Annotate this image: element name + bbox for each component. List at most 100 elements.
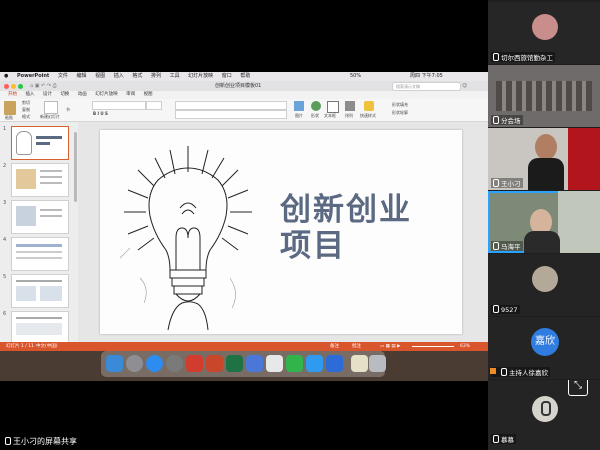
slide-number: 4 [3, 237, 7, 243]
classroom-video [496, 81, 592, 111]
menu-file[interactable]: 文件 [58, 72, 68, 81]
tab-animations[interactable]: 动画 [78, 91, 87, 99]
text-format-buttons[interactable]: B I U S [93, 111, 108, 116]
participant-tile-active[interactable]: 马海平 [488, 191, 600, 253]
participant-tile[interactable]: 切尔西旅馆勤杂工 [488, 2, 600, 64]
minimize-window-button[interactable] [11, 84, 16, 89]
arrange-icon[interactable] [345, 101, 355, 111]
notes-button[interactable]: 备注 [330, 342, 339, 351]
menu-help[interactable]: 帮助 [240, 72, 250, 81]
copy-button[interactable]: 复制 [22, 107, 30, 113]
menu-insert[interactable]: 插入 [114, 72, 124, 81]
picture-icon[interactable] [294, 101, 304, 111]
wechat-icon[interactable] [286, 355, 303, 372]
slide-thumbnail-3[interactable] [11, 200, 69, 234]
participant-name-text: 马海平 [501, 243, 521, 251]
menu-window[interactable]: 窗口 [222, 72, 232, 81]
slide-thumbnail-2[interactable] [11, 163, 69, 197]
system-preferences-icon[interactable] [166, 355, 183, 372]
quick-access-toolbar[interactable]: ⌂ ▣ ↶ ↷ ⎙ [30, 81, 57, 91]
cut-button[interactable]: 剪切 [22, 100, 30, 106]
safari-icon[interactable] [146, 355, 163, 372]
tab-review[interactable]: 审阅 [126, 91, 135, 99]
comments-button[interactable]: 批注 [352, 342, 361, 351]
mac-dock [101, 351, 386, 377]
meeting-app-icon[interactable] [326, 355, 343, 372]
menu-edit[interactable]: 编辑 [77, 72, 87, 81]
quick-styles-icon[interactable] [364, 101, 374, 111]
tab-transitions[interactable]: 切换 [60, 91, 69, 99]
body [528, 158, 564, 190]
ribbon-toolbar: 粘贴 剪切 复制 格式 新建幻灯片 节 B I U S 图片 形状 文本框 排列… [0, 99, 488, 122]
new-slide-icon[interactable] [44, 101, 58, 114]
menu-tools[interactable]: 工具 [170, 72, 180, 81]
textbox-icon[interactable] [327, 101, 339, 113]
host-badge-icon [490, 368, 496, 374]
thumbs-scrollbar[interactable] [74, 132, 77, 202]
search-input[interactable]: 搜索演示文稿 [392, 82, 461, 91]
expand-icon[interactable]: ⤡ [568, 380, 588, 396]
ppt-status-bar: 幻灯片 1 / 11 中文(中国) 备注 批注 ▭ ▦ ▤ ▶ 63% [0, 342, 488, 351]
participant-tile[interactable]: ⤡ 慕慕 [488, 380, 600, 450]
bulb-mini [16, 131, 32, 155]
slide-thumbnail-1[interactable] [11, 126, 69, 160]
menu-arrange[interactable]: 排列 [151, 72, 161, 81]
font-name-select[interactable] [92, 101, 146, 110]
app-red-icon[interactable] [186, 355, 203, 372]
host-avatar: 嘉欣 [531, 328, 559, 356]
participant-tile[interactable]: 分会场 [488, 65, 600, 127]
slide-title[interactable]: 创新创业 项目 [280, 192, 440, 264]
menu-slideshow[interactable]: 幻灯片放映 [188, 72, 213, 81]
participant-tile[interactable]: 9527 [488, 254, 600, 316]
menu-format[interactable]: 格式 [132, 72, 142, 81]
zoom-window-button[interactable] [18, 84, 23, 89]
alignment-controls[interactable] [175, 110, 287, 119]
finder-icon[interactable] [106, 355, 123, 372]
paste-icon[interactable] [4, 101, 16, 115]
mic-muted-icon [493, 53, 499, 61]
shape-icon[interactable] [311, 101, 321, 111]
trash-icon[interactable] [369, 355, 386, 372]
paste-label: 粘贴 [5, 115, 13, 120]
tab-design[interactable]: 设计 [43, 91, 52, 99]
mac-menubar: ● PowerPoint 文件 编辑 视图 插入 格式 排列 工具 幻灯片放映 … [0, 72, 488, 81]
thumb-image [16, 286, 36, 301]
view-buttons[interactable]: ▭ ▦ ▤ ▶ [380, 342, 401, 351]
tab-view[interactable]: 视图 [144, 91, 153, 99]
quick-styles-label: 快速样式 [360, 113, 376, 118]
paragraph-controls[interactable] [175, 101, 287, 110]
smiley-icon[interactable]: ☺ [462, 81, 467, 91]
close-window-button[interactable] [4, 84, 9, 89]
tab-insert[interactable]: 插入 [25, 91, 34, 99]
current-slide[interactable]: 创新创业 项目 [100, 130, 462, 334]
thumb-text-line [16, 257, 62, 259]
section-button[interactable]: 节 [66, 107, 70, 113]
format-painter-button[interactable]: 格式 [22, 114, 30, 120]
app-blue-icon[interactable] [246, 355, 263, 372]
thumb-text-line [16, 251, 62, 253]
apple-icon[interactable]: ● [4, 72, 8, 81]
app-cyan-icon[interactable] [306, 355, 323, 372]
new-slide-label: 新建幻灯片 [40, 114, 60, 119]
thumb-table [16, 323, 62, 335]
excel-icon[interactable] [226, 355, 243, 372]
thumb-text-line [40, 182, 62, 184]
menu-app[interactable]: PowerPoint [17, 72, 49, 81]
launchpad-icon[interactable] [126, 355, 143, 372]
zoom-slider[interactable] [412, 346, 454, 347]
participant-tile-host[interactable]: 嘉欣 主持人徐嘉欣 [488, 317, 600, 379]
avatar [532, 396, 558, 422]
tab-slideshow[interactable]: 幻灯片放映 [95, 91, 118, 99]
font-size-select[interactable] [146, 101, 162, 110]
thumb-title-line [36, 136, 62, 139]
powerpoint-icon[interactable] [206, 355, 223, 372]
shape-fill-button[interactable]: 形状填充 [392, 102, 408, 108]
photos-icon[interactable] [266, 355, 283, 372]
shape-outline-button[interactable]: 形状轮廓 [392, 110, 408, 116]
document-icon[interactable] [351, 355, 368, 372]
menu-view[interactable]: 视图 [95, 72, 105, 81]
participant-tile[interactable]: 王小刁 [488, 128, 600, 190]
slide-thumbnail-5[interactable] [11, 274, 69, 308]
slide-thumbnail-4[interactable] [11, 237, 69, 271]
slide-thumbnail-6[interactable] [11, 311, 69, 345]
